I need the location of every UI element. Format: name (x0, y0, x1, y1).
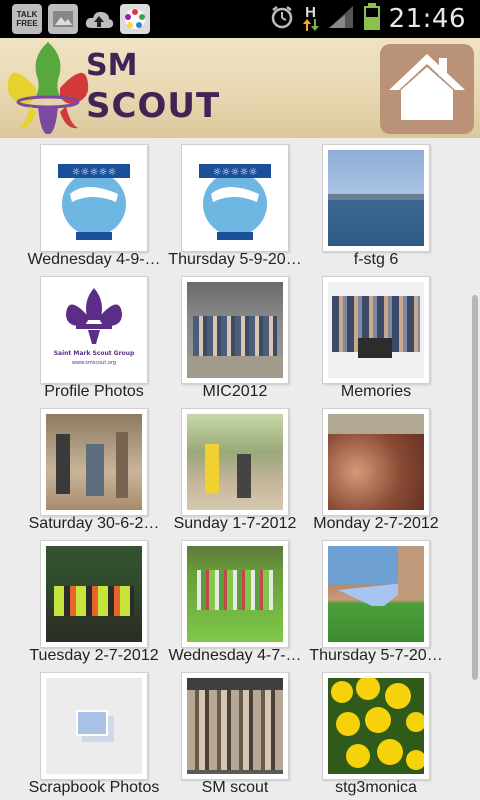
album-thumbnail[interactable] (181, 672, 289, 780)
home-icon (387, 50, 467, 129)
album-item[interactable]: Memories (282, 270, 442, 402)
album-item[interactable]: Monday 2-7-2012 (282, 402, 442, 534)
scout-logo (0, 38, 90, 138)
battery-icon (363, 2, 381, 36)
album-cover-image (46, 678, 142, 774)
svg-text:☼☼☼☼☼: ☼☼☼☼☼ (72, 167, 117, 178)
album-label: Memories (340, 383, 412, 400)
album-cover-image: ☼☼☼☼☼ (187, 150, 283, 246)
album-thumbnail[interactable] (181, 540, 289, 648)
album-cover-image (46, 546, 142, 642)
scrollbar[interactable] (472, 295, 478, 680)
album-item[interactable]: Tuesday 2-7-2012 (0, 534, 160, 666)
album-cover-image (328, 678, 424, 774)
album-item[interactable]: stg3monica (282, 666, 442, 798)
status-bar: TALK FREE H 21:46 (0, 0, 480, 38)
album-label: stg3monica (335, 779, 417, 796)
home-button[interactable] (380, 44, 474, 134)
album-grid[interactable]: ☼☼☼☼☼ Wednesday 4-9-… ☼☼☼☼☼ Thursday 5-9-20… (0, 138, 480, 800)
album-item[interactable]: SM scout (141, 666, 301, 798)
svg-text:☼☼☼☼☼: ☼☼☼☼☼ (213, 167, 258, 178)
app-title-line1: SM (86, 48, 138, 83)
album-cover-image (328, 282, 424, 378)
album-item[interactable]: Wednesday 4-7-… (141, 534, 302, 666)
talk-free-icon: TALK FREE (12, 4, 42, 34)
album-label: f-stg 6 (353, 251, 399, 268)
clock: 21:46 (388, 4, 466, 34)
gallery-icon (48, 4, 78, 34)
network-type: H (305, 4, 316, 21)
album-thumbnail[interactable]: ☼☼☼☼☼ (181, 144, 289, 252)
album-cover-image (328, 150, 424, 246)
album-cover-image (187, 414, 283, 510)
album-item[interactable]: MIC2012 (141, 270, 301, 402)
album-item[interactable]: ☼☼☼☼☼ Wednesday 4-9-… (0, 138, 161, 270)
app-title-line2: SCOUT (86, 86, 221, 126)
album-thumbnail[interactable]: ☼☼☼☼☼ (40, 144, 148, 252)
album-thumbnail[interactable] (40, 540, 148, 648)
album-cover-image: ☼☼☼☼☼ (46, 150, 142, 246)
album-thumbnail[interactable] (322, 144, 430, 252)
album-cover-image: Saint Mark Scout Group www.smscout.org (46, 282, 142, 378)
signal-icon (327, 4, 355, 35)
album-item[interactable]: f-stg 6 (282, 138, 442, 270)
thumbnail-caption: Saint Mark Scout Group (53, 350, 135, 357)
album-cover-image (187, 678, 283, 774)
album-thumbnail[interactable] (322, 672, 430, 780)
app-icon (120, 4, 150, 34)
album-item[interactable]: Sunday 1-7-2012 (141, 402, 301, 534)
album-item[interactable]: Saint Mark Scout Group www.smscout.org Pro… (0, 270, 160, 402)
talk-free-label: TALK FREE (16, 10, 38, 28)
album-thumbnail[interactable] (40, 408, 148, 516)
album-cover-image (328, 414, 424, 510)
album-item[interactable]: Thursday 5-7-20… (282, 534, 443, 666)
thumbnail-url: www.smscout.org (71, 360, 117, 366)
album-cover-image (187, 282, 283, 378)
cloud-upload-icon (84, 4, 114, 34)
app-header: SM SCOUT (0, 38, 480, 138)
album-thumbnail[interactable] (181, 408, 289, 516)
album-item[interactable]: Saturday 30-6-2… (0, 402, 160, 534)
album-cover-image (328, 546, 424, 642)
album-cover-image (46, 414, 142, 510)
alarm-icon (269, 4, 295, 35)
album-thumbnail[interactable]: Saint Mark Scout Group www.smscout.org (40, 276, 148, 384)
album-item[interactable]: ☼☼☼☼☼ Thursday 5-9-20… (141, 138, 302, 270)
album-thumbnail[interactable] (40, 672, 148, 780)
album-thumbnail[interactable] (322, 276, 430, 384)
album-thumbnail[interactable] (322, 408, 430, 516)
album-thumbnail[interactable] (322, 540, 430, 648)
album-cover-image (187, 546, 283, 642)
album-label: Monday 2-7-2012 (313, 515, 439, 532)
album-label: Thursday 5-7-20… (309, 647, 443, 664)
album-thumbnail[interactable] (181, 276, 289, 384)
album-item[interactable]: Scrapbook Photos (0, 666, 160, 798)
network-h-icon: H (302, 4, 319, 31)
